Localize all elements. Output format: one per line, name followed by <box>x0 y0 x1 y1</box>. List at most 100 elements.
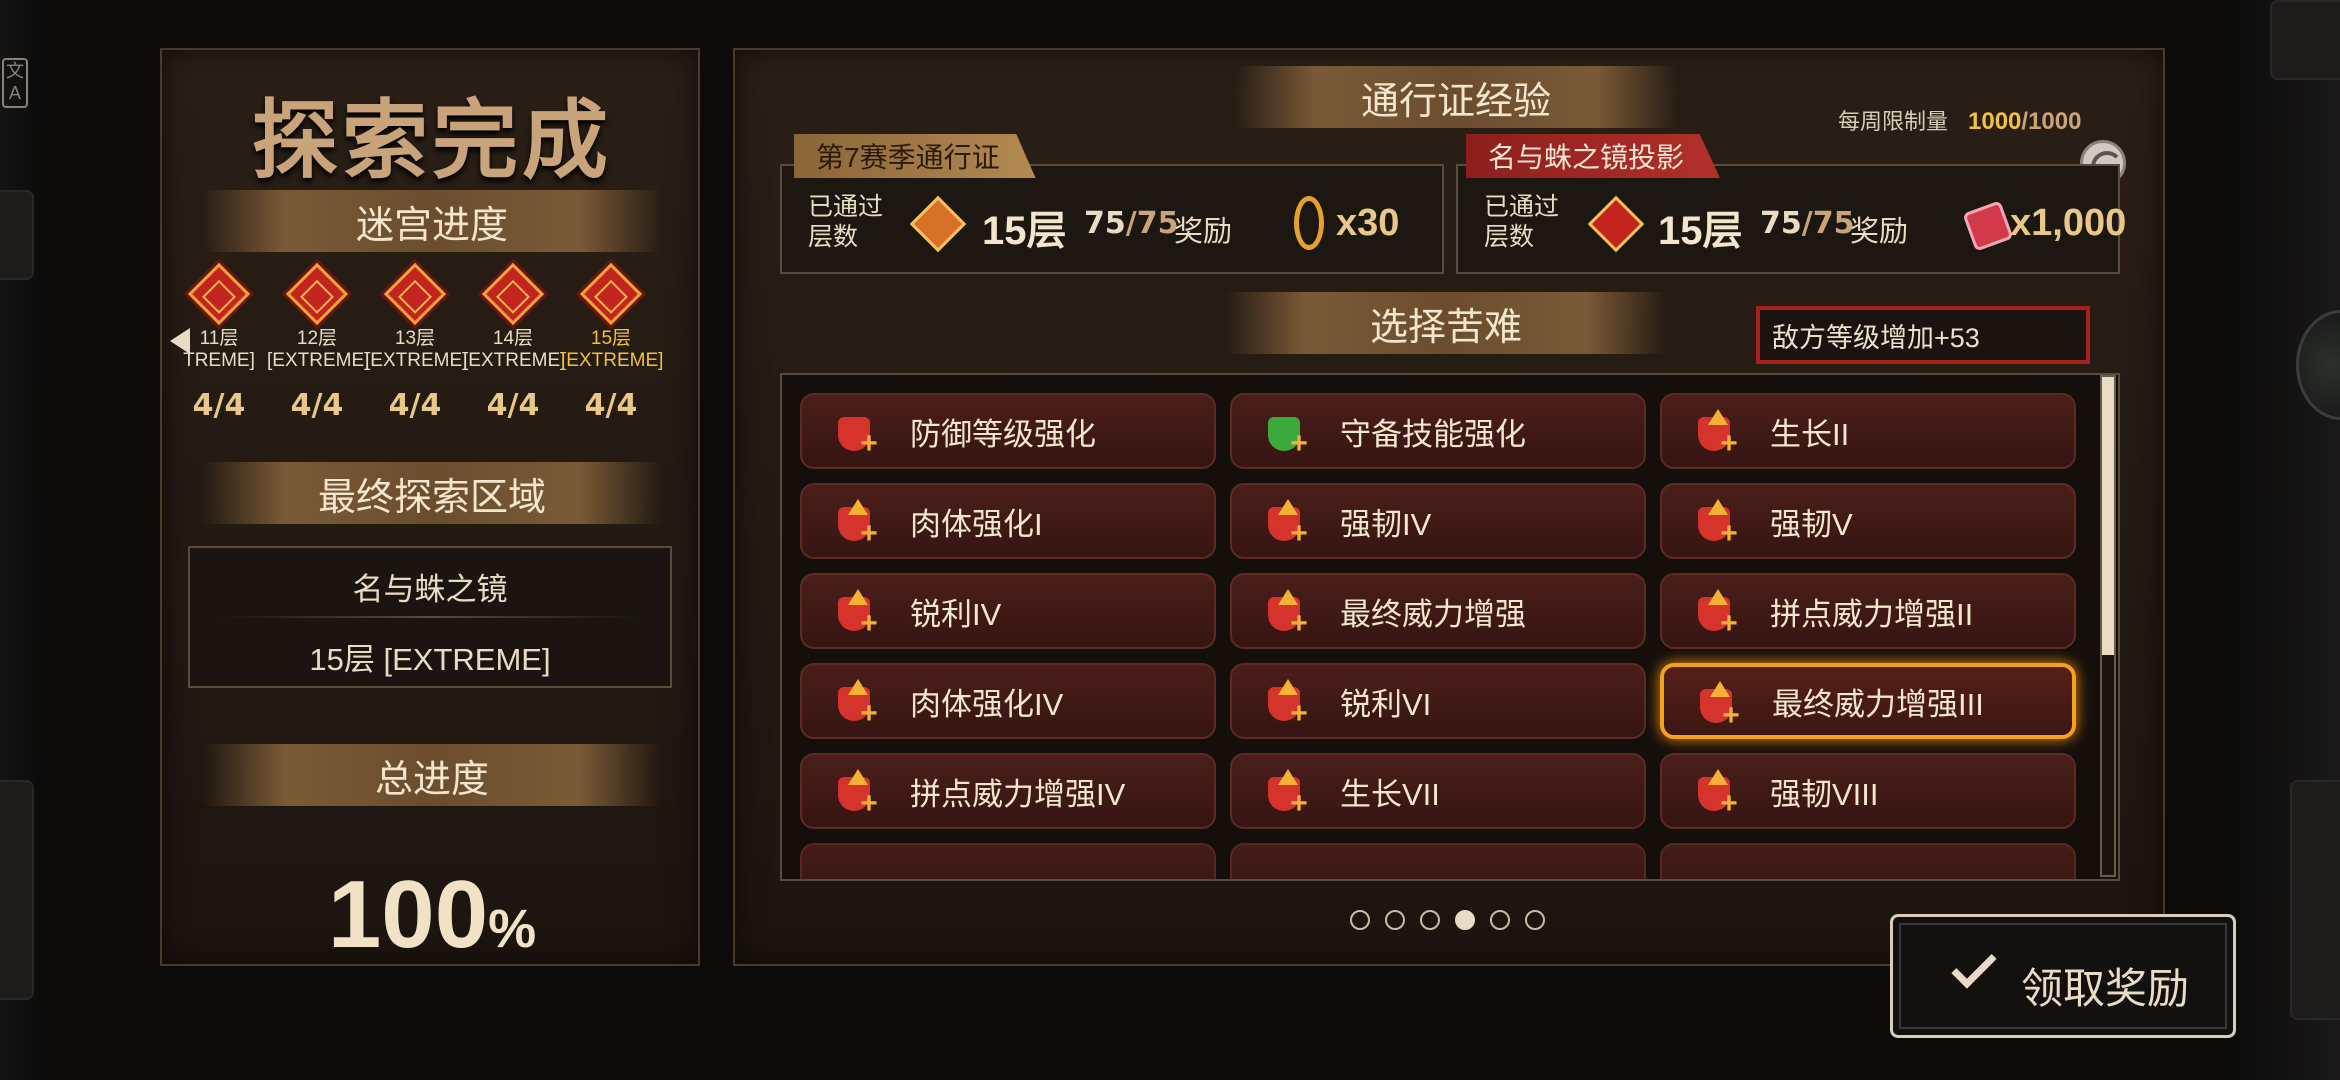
hardship-option[interactable]: + 强韧IV <box>1230 483 1646 559</box>
hardship-option-label: 强韧V <box>1770 506 1853 542</box>
edge-tab <box>0 190 34 280</box>
weekly-limit-label: 每周限制量 <box>1838 109 1949 134</box>
hardship-option-label: 最终威力增强III <box>1772 686 1984 722</box>
page-dot[interactable] <box>1455 910 1475 930</box>
floor-marker-icon <box>579 262 643 326</box>
hardship-option[interactable]: + 守备技能强化 <box>1230 393 1646 469</box>
hardship-option[interactable]: + 生长VII <box>1230 753 1646 829</box>
maze-progress-banner: 迷宫进度 <box>202 190 662 252</box>
divider <box>220 616 640 618</box>
hardship-option-label: 拼点威力增强IV <box>910 776 1126 812</box>
hardship-option[interactable]: + 最终威力增强III <box>1660 663 2076 739</box>
hardship-option[interactable]: + 强韧VIII <box>1660 753 2076 829</box>
total-progress-value: 100% <box>327 861 537 968</box>
shield-green-icon: + <box>1266 411 1310 459</box>
hardship-option-label: 生长II <box>1770 416 1850 452</box>
tough-icon: + <box>1266 499 1310 549</box>
growth-icon: + <box>1696 409 1740 459</box>
season-pass-ratio: 75/75 <box>1084 206 1179 241</box>
sharp-icon: + <box>836 589 880 639</box>
hardship-option-label: 守备技能强化 <box>1340 416 1526 452</box>
floor-count: 4/4 <box>388 388 442 423</box>
hardship-option[interactable]: + 肉体强化IV <box>800 663 1216 739</box>
mirror-ratio: 75/75 <box>1760 206 1855 241</box>
hardship-grid: + 防御等级强化 + 守备技能强化 + 生长II + 肉体强化I + 强韧IV + 强韧V + 锐利IV +… <box>780 373 2120 881</box>
tough-icon: + <box>1696 769 1740 819</box>
enemy-level-penalty: 敌方等级增加+53 <box>1756 306 2090 364</box>
weekly-limit-value: 1000/1000 <box>1968 108 2082 135</box>
season-pass-reward-amount: x30 <box>1336 202 1400 244</box>
growth-icon: + <box>1266 769 1310 819</box>
clash-icon: + <box>836 769 880 819</box>
page-dot[interactable] <box>1420 910 1440 930</box>
hardship-option-label: 强韧VIII <box>1770 776 1879 812</box>
hardship-option-label: 拼点威力增强II <box>1770 596 1974 632</box>
season-pass-tag: 第7赛季通行证 <box>794 134 1036 178</box>
claim-reward-button[interactable]: 领取奖励 <box>1890 914 2236 1038</box>
hardship-option-partial[interactable] <box>800 843 1216 879</box>
floor-marker-icon <box>481 262 545 326</box>
mirror-projection-tag: 名与蛛之镜投影 <box>1466 134 1721 178</box>
floor-label: 14层 [EXTREME] <box>463 328 566 371</box>
hardship-option-partial[interactable] <box>1660 843 2076 879</box>
passed-floors-label: 已通过 层数 <box>808 193 884 251</box>
floor-count: 4/4 <box>290 388 344 423</box>
hardship-option-label: 最终威力增强 <box>1340 596 1526 632</box>
hardship-option-label: 锐利IV <box>910 596 1002 632</box>
page-dot[interactable] <box>1385 910 1405 930</box>
exploration-summary-panel: 探索完成 迷宫进度 11层 TREME] 4/4 12层 [EXTREME] 4/4 13层… <box>160 48 700 968</box>
mirror-reward-label: 奖励 <box>1850 216 1909 248</box>
page-title: 探索完成 <box>252 93 612 189</box>
page-dot[interactable] <box>1490 910 1510 930</box>
hardship-option-label: 肉体强化I <box>910 506 1043 542</box>
claim-reward-label: 领取奖励 <box>2021 965 2190 1012</box>
hardship-option[interactable]: + 生长II <box>1660 393 2076 469</box>
floor-label: 12层 [EXTREME] <box>267 328 370 371</box>
shield-red-icon: + <box>836 411 880 459</box>
hardship-option[interactable]: + 拼点威力增强IV <box>800 753 1216 829</box>
body-icon: + <box>836 679 880 729</box>
edge-tab <box>2290 780 2340 1020</box>
total-progress-banner: 总进度 <box>202 744 662 806</box>
translate-icon[interactable]: 文A <box>2 58 28 108</box>
hardship-scrollbar-thumb[interactable] <box>2102 377 2114 655</box>
floor-marker-icon <box>187 262 251 326</box>
hardship-option-label: 肉体强化IV <box>910 686 1064 722</box>
final-area-banner: 最终探索区域 <box>202 462 662 524</box>
hardship-option[interactable]: + 防御等级强化 <box>800 393 1216 469</box>
hardship-option[interactable]: + 拼点威力增强II <box>1660 573 2076 649</box>
power-icon: + <box>1266 589 1310 639</box>
hardship-option[interactable]: + 肉体强化I <box>800 483 1216 559</box>
tough-icon: + <box>1696 499 1740 549</box>
mirror-floors: 15层 <box>1658 209 1743 253</box>
check-icon <box>1951 943 1997 989</box>
scroll-left-arrow-icon[interactable] <box>170 328 190 354</box>
clash-icon: + <box>1696 589 1740 639</box>
hardship-option-label: 强韧IV <box>1340 506 1432 542</box>
hardship-option-label: 防御等级强化 <box>910 416 1096 452</box>
edge-tab <box>0 780 34 1000</box>
floor-count: 4/4 <box>486 388 540 423</box>
hardship-option[interactable]: + 锐利VI <box>1230 663 1646 739</box>
season-pass-floors: 15层 <box>982 209 1067 253</box>
page-dot[interactable] <box>1525 910 1545 930</box>
final-area-floor: 15层 [EXTREME] <box>309 642 551 677</box>
mirror-reward-amount: x1,000 <box>2010 202 2127 244</box>
body-icon: + <box>836 499 880 549</box>
hardship-option[interactable]: + 锐利IV <box>800 573 1216 649</box>
pass-exp-banner: 通行证经验 <box>1236 66 1676 128</box>
hardship-option-partial[interactable] <box>1230 843 1646 879</box>
floor-label: 15层 [EXTREME] <box>561 328 664 371</box>
hardship-option-label: 锐利VI <box>1340 686 1432 722</box>
hardship-option[interactable]: + 最终威力增强 <box>1230 573 1646 649</box>
season-pass-reward-label: 奖励 <box>1174 216 1233 248</box>
page-dot[interactable] <box>1350 910 1370 930</box>
final-area-name: 名与蛛之镜 <box>352 572 508 607</box>
lunacy-icon <box>1294 196 1324 250</box>
power-icon: + <box>1698 681 1742 731</box>
passed-floors-label: 已通过 层数 <box>1484 193 1560 251</box>
floor-count: 4/4 <box>584 388 638 423</box>
hardship-option[interactable]: + 强韧V <box>1660 483 2076 559</box>
select-hardship-banner: 选择苦难 <box>1226 292 1666 354</box>
sharp-icon: + <box>1266 679 1310 729</box>
